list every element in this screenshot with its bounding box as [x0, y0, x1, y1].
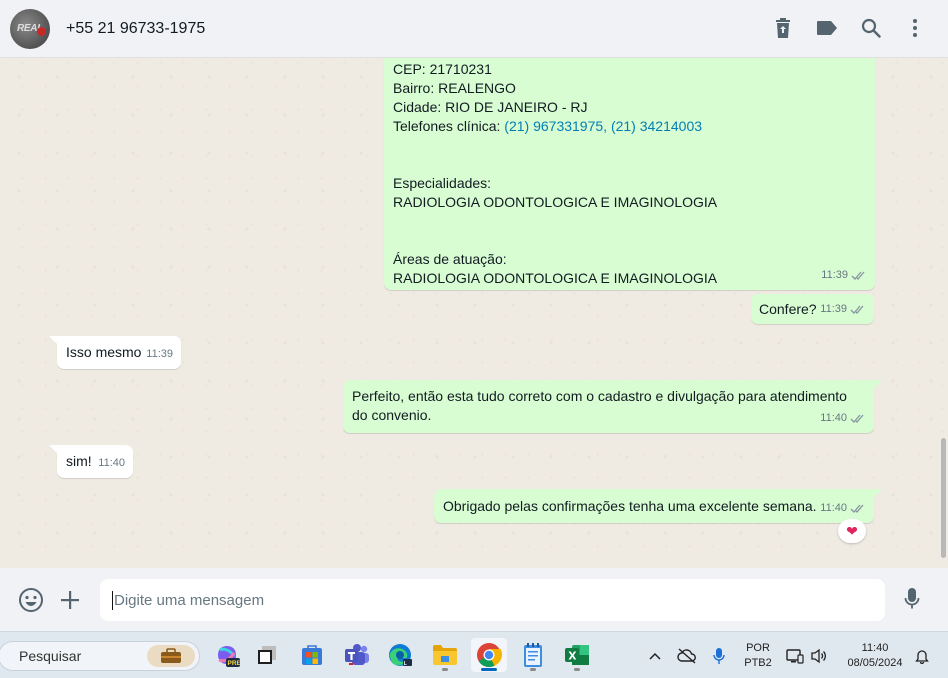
- contact-avatar[interactable]: REAL: [10, 8, 50, 49]
- avatar-badge-dot: [37, 26, 46, 36]
- telefones-line: Telefones clínica: (21) 967331975, (21) …: [393, 117, 866, 136]
- message-text: Obrigado pelas confirmações tenha uma ex…: [443, 498, 817, 514]
- message-meta: 11:39: [146, 345, 173, 364]
- teams-icon[interactable]: [339, 638, 375, 672]
- message-meta: 11:39: [820, 300, 866, 319]
- emoji-icon[interactable]: [17, 586, 45, 614]
- telefones-label: Telefones clínica:: [393, 118, 505, 134]
- message-sim[interactable]: sim! 11:40: [57, 445, 133, 478]
- clock-date: 08/05/2024: [847, 656, 903, 669]
- chrome-icon[interactable]: [471, 638, 507, 672]
- clock[interactable]: 11:40 08/05/2024: [838, 632, 912, 678]
- message-meta: 11:39: [821, 266, 867, 285]
- contact-name[interactable]: +55 21 96733-1975: [66, 20, 205, 38]
- trash-icon[interactable]: [772, 15, 794, 41]
- file-explorer-icon[interactable]: [427, 638, 463, 672]
- language-line2: PTB2: [744, 656, 772, 669]
- briefcase-icon[interactable]: [147, 645, 195, 667]
- notification-bell-icon[interactable]: [912, 632, 932, 678]
- clock-time: 11:40: [861, 641, 889, 654]
- excel-icon[interactable]: [559, 638, 595, 672]
- onedrive-offline-icon[interactable]: [675, 632, 699, 678]
- search-icon[interactable]: [860, 15, 882, 41]
- chat-scrollbar[interactable]: [941, 438, 946, 558]
- message-perfeito[interactable]: Perfeito, então esta tudo correto com o …: [343, 380, 874, 433]
- windows-taskbar: Pesquisar PRE L POR PTB2 11:40 08/05/202…: [0, 631, 948, 678]
- message-time: 11:39: [821, 269, 848, 281]
- message-time: 11:40: [820, 412, 847, 424]
- message-meta: 11:40: [820, 409, 866, 428]
- text-caret: [112, 591, 113, 610]
- message-input[interactable]: [100, 579, 885, 621]
- cep-line: CEP: 21710231: [393, 61, 492, 77]
- taskbar-search-box[interactable]: Pesquisar: [0, 641, 200, 671]
- language-line1: POR: [746, 641, 770, 654]
- notepad-icon[interactable]: [515, 638, 551, 672]
- message-meta: 11:40: [820, 499, 866, 518]
- message-text: Perfeito, então esta tudo correto com o …: [352, 388, 847, 423]
- svg-text:PRE: PRE: [228, 660, 241, 667]
- message-confere[interactable]: Confere? 11:39: [751, 294, 874, 324]
- microphone-icon[interactable]: [898, 585, 926, 613]
- heart-reaction[interactable]: ❤: [838, 519, 866, 543]
- bairro-line: Bairro: REALENGO: [393, 80, 516, 96]
- double-check-icon: [851, 271, 865, 280]
- especialidades-value: RADIOLOGIA ODONTOLOGICA E IMAGINOLOGIA: [393, 194, 718, 210]
- double-check-icon: [850, 414, 864, 423]
- areas-value: RADIOLOGIA ODONTOLOGICA E IMAGINOLOGIA: [393, 270, 718, 286]
- message-time: 11:40: [820, 502, 847, 514]
- message-text: Isso mesmo: [66, 344, 142, 360]
- double-check-icon: [850, 305, 864, 314]
- message-time: 11:39: [146, 348, 173, 360]
- message-time: 11:40: [98, 457, 125, 469]
- message-text: Confere?: [759, 301, 817, 317]
- double-check-icon: [850, 504, 864, 513]
- cidade-line: Cidade: RIO DE JANEIRO - RJ: [393, 99, 588, 115]
- message-clinic-info[interactable]: CEP: 21710231 Bairro: REALENGO Cidade: R…: [384, 58, 875, 290]
- message-list[interactable]: CEP: 21710231 Bairro: REALENGO Cidade: R…: [0, 58, 948, 568]
- especialidades-label: Especialidades:: [393, 175, 492, 191]
- edge-icon[interactable]: L: [382, 638, 418, 672]
- menu-icon[interactable]: [904, 15, 926, 41]
- chat-header: REAL +55 21 96733-1975: [0, 0, 948, 58]
- message-obrigado[interactable]: Obrigado pelas confirmações tenha uma ex…: [434, 489, 874, 523]
- message-meta: 11:40: [98, 454, 125, 473]
- header-actions: [772, 15, 926, 41]
- volume-icon[interactable]: [808, 632, 830, 678]
- taskbar-search-label: Pesquisar: [19, 648, 82, 664]
- task-view-icon[interactable]: [249, 638, 285, 672]
- phone-numbers-link[interactable]: (21) 967331975, (21) 34214003: [504, 118, 702, 134]
- svg-text:L: L: [404, 661, 407, 667]
- message-text: sim!: [66, 453, 92, 469]
- network-icon[interactable]: [784, 632, 806, 678]
- language-indicator[interactable]: POR PTB2: [738, 632, 778, 678]
- tray-chevron-icon[interactable]: [645, 632, 665, 678]
- message-isso-mesmo[interactable]: Isso mesmo 11:39: [57, 336, 181, 369]
- message-composer: [0, 568, 948, 631]
- label-icon[interactable]: [816, 15, 838, 41]
- areas-label: Áreas de atuação:: [393, 251, 507, 267]
- microsoft-store-icon[interactable]: [294, 638, 330, 672]
- copilot-icon[interactable]: PRE: [209, 638, 245, 672]
- attach-plus-icon[interactable]: [56, 586, 84, 614]
- message-time: 11:39: [820, 303, 847, 315]
- tray-microphone-icon[interactable]: [709, 632, 729, 678]
